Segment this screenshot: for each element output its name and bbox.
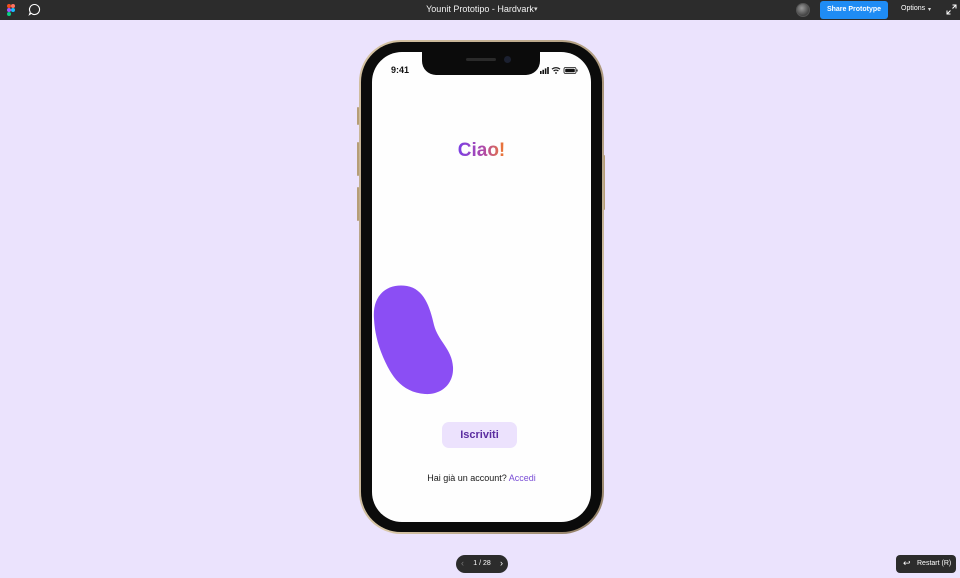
top-bar: Younit Prototipo - Hardvark ▾ Share Prot… [0,0,960,20]
decorative-blob [373,285,454,395]
greeting-title: Ciao! [457,140,506,161]
options-menu[interactable]: Options [901,5,925,12]
status-time: 9:41 [391,65,410,75]
camera [504,56,511,63]
restart-label: Restart (R) [917,560,952,567]
frame-pager: ‹ 1 / 28 › [456,555,508,573]
restart-icon: ↩ [903,558,911,568]
login-link[interactable]: Accedi [509,473,536,483]
wifi-icon [551,67,561,74]
phone-notch [422,52,540,75]
chevron-right-icon[interactable]: › [500,558,503,568]
phone-frame: 9:41 Ciao! Iscriviti Hai già un account?… [359,40,604,534]
chevron-down-icon[interactable]: ▾ [534,5,538,13]
restart-button[interactable]: ↩ Restart (R) [896,555,956,573]
avatar[interactable] [796,3,810,17]
login-prompt: Hai già un account? Accedi [372,473,591,483]
login-prompt-text: Hai già un account? [427,473,507,483]
expand-icon[interactable] [946,4,957,15]
prototype-title[interactable]: Younit Prototipo - Hardvark [0,4,960,14]
phone-bezel: 9:41 Ciao! Iscriviti Hai già un account?… [361,42,602,532]
signal-icon [540,67,549,74]
speaker [466,58,496,61]
figma-logo-icon[interactable] [7,4,15,16]
chevron-down-icon: ▾ [928,7,932,13]
phone-screen: 9:41 Ciao! Iscriviti Hai già un account?… [372,52,591,522]
share-prototype-button[interactable]: Share Prototype [820,1,888,19]
comment-icon[interactable] [28,3,41,16]
signup-button[interactable]: Iscriviti [442,422,517,448]
battery-icon [563,67,578,74]
status-icons [540,67,578,74]
